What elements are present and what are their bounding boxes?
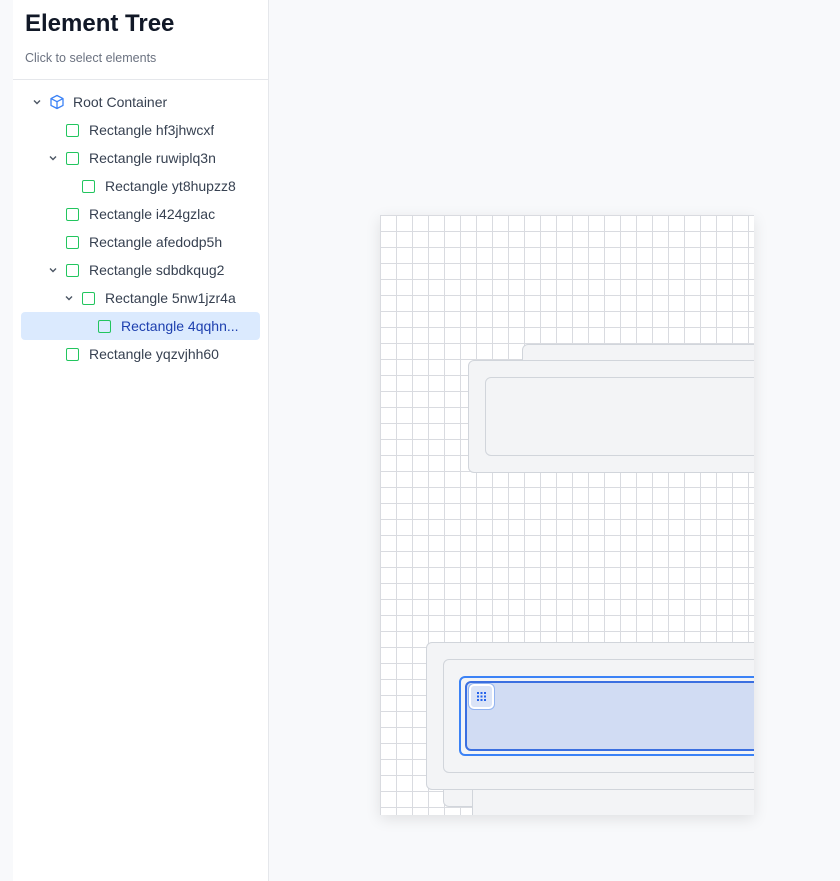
tree-item-root-container[interactable]: Root Container: [21, 88, 260, 116]
tree-item-label: Rectangle hf3jhwcxf: [89, 122, 215, 138]
rectangle-icon: [66, 264, 79, 277]
chevron-down-icon[interactable]: [47, 152, 59, 164]
panel-subtitle: Click to select elements: [25, 51, 157, 65]
selected-rectangle[interactable]: [465, 681, 754, 751]
tree-item-label: Rectangle yqzvjhh60: [89, 346, 219, 362]
rectangle-icon: [82, 292, 95, 305]
rectangle-icon: [66, 348, 79, 361]
tree-item-label: Rectangle 4qqhn...: [121, 318, 239, 334]
tree-item-rectangle[interactable]: Rectangle yqzvjhh60: [21, 340, 260, 368]
grip-dots-icon: [477, 692, 486, 701]
tree-item-label: Rectangle afedodp5h: [89, 234, 223, 250]
tree-item-rectangle[interactable]: Rectangle i424gzlac: [21, 200, 260, 228]
rectangle-icon: [66, 208, 79, 221]
element-tree: Root Container Rectangle hf3jhwcxf Recta…: [13, 80, 268, 368]
rectangle-icon: [98, 320, 111, 333]
chevron-down-icon[interactable]: [47, 264, 59, 276]
cube-icon: [49, 94, 65, 110]
rectangle-icon: [66, 236, 79, 249]
left-gutter: [0, 0, 13, 881]
canvas-area: [269, 0, 840, 881]
tree-item-rectangle[interactable]: Rectangle sdbdkqug2: [21, 256, 260, 284]
tree-item-rectangle[interactable]: Rectangle yt8hupzz8: [21, 172, 260, 200]
panel-header: Element Tree Click to select elements: [13, 0, 268, 80]
tree-item-label: Root Container: [73, 94, 168, 110]
tree-item-label: Rectangle yt8hupzz8: [105, 178, 236, 194]
chevron-down-icon[interactable]: [63, 292, 75, 304]
tree-item-label: Rectangle 5nw1jzr4a: [105, 290, 236, 306]
tree-item-label: Rectangle ruwiplq3n: [89, 150, 216, 166]
rectangle-shape[interactable]: [485, 377, 754, 456]
rectangle-icon: [66, 152, 79, 165]
tree-item-rectangle[interactable]: Rectangle afedodp5h: [21, 228, 260, 256]
panel-title: Element Tree: [25, 10, 175, 37]
tree-item-rectangle[interactable]: Rectangle hf3jhwcxf: [21, 116, 260, 144]
element-tree-panel: Element Tree Click to select elements Ro…: [13, 0, 269, 881]
rectangle-icon: [82, 180, 95, 193]
tree-item-label: Rectangle i424gzlac: [89, 206, 216, 222]
tree-item-label: Rectangle sdbdkqug2: [89, 262, 225, 278]
drag-handle[interactable]: [469, 684, 494, 709]
rectangle-icon: [66, 124, 79, 137]
tree-item-rectangle[interactable]: Rectangle ruwiplq3n: [21, 144, 260, 172]
tree-item-rectangle-selected[interactable]: Rectangle 4qqhn...: [21, 312, 260, 340]
tree-item-rectangle[interactable]: Rectangle 5nw1jzr4a: [21, 284, 260, 312]
artboard[interactable]: [380, 215, 754, 815]
chevron-down-icon[interactable]: [31, 96, 43, 108]
